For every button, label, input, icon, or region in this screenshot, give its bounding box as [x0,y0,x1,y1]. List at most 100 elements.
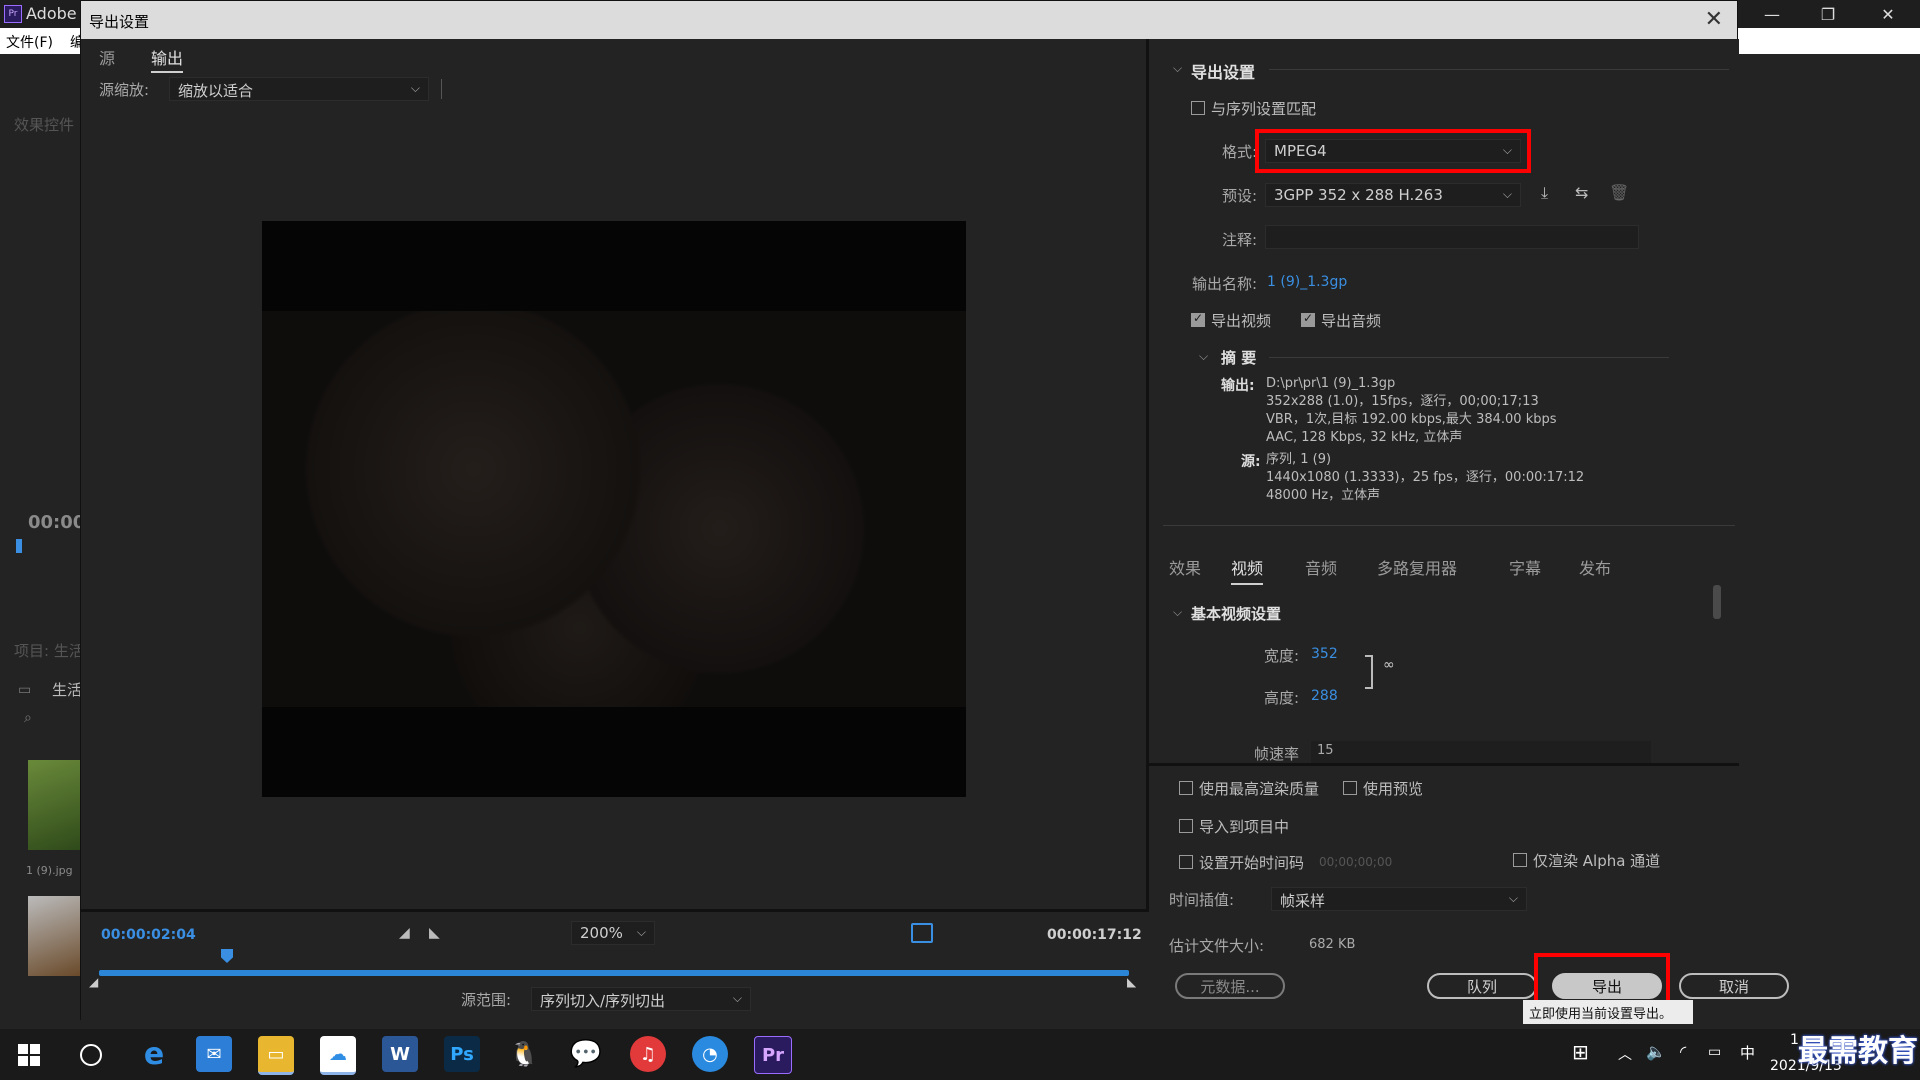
output-name-link[interactable]: 1 (9)_1.3gp [1267,274,1347,290]
tab-captions[interactable]: 字幕 [1509,555,1541,579]
chevron-up-icon[interactable]: ︿ [1618,1044,1632,1064]
scrub-bar[interactable] [99,970,1129,976]
watermark-logo: 最需教育 [1798,1034,1918,1069]
dialog-titlebar: 导出设置 ✕ [81,1,1737,39]
save-preset-icon[interactable]: ⤓ [1541,183,1548,203]
output-name-label: 输出名称: [1191,275,1257,293]
width-value[interactable]: 352 [1311,646,1338,662]
tab-multiplexer[interactable]: 多路复用器 [1377,555,1457,579]
set-in-point-icon[interactable]: ◢ [399,925,410,941]
chevron-down-icon[interactable]: ⌵ [1173,61,1182,76]
windows-start-icon[interactable] [18,1044,40,1066]
scrollbar-thumb[interactable] [1713,585,1721,619]
queue-button[interactable]: 队列 [1427,973,1537,999]
folder-icon: ▭ [18,682,32,698]
import-into-project-checkbox[interactable] [1179,819,1193,833]
time-interpolation-dropdown[interactable]: 帧采样 ⌵ [1271,887,1527,911]
dialog-close-icon[interactable]: ✕ [1705,7,1723,32]
delete-preset-icon[interactable]: 🗑 [1609,183,1629,202]
search-icon[interactable]: ⌕ [24,710,32,726]
wechat-icon[interactable]: 💬 [568,1036,604,1072]
render-alpha-checkbox[interactable] [1513,853,1527,867]
photoshop-icon[interactable]: Ps [444,1036,480,1072]
range-end-handle-icon[interactable]: ◣ [1127,975,1136,989]
source-scale-dropdown[interactable]: 缩放以适合 ⌵ [169,77,429,101]
framerate-dropdown[interactable]: 15 [1311,741,1651,763]
window-close-icon[interactable]: ✕ [1860,0,1916,28]
set-out-point-icon[interactable]: ◣ [429,925,440,941]
comments-input[interactable] [1265,225,1639,249]
export-video-checkbox[interactable] [1191,311,1205,327]
wifi-icon[interactable]: ◜ [1680,1042,1686,1061]
zoom-value: 200% [580,924,623,942]
import-preset-icon[interactable]: ⇆ [1575,183,1588,202]
export-audio-checkbox[interactable] [1301,311,1315,327]
menu-file[interactable]: 文件(F) [6,32,53,52]
grid-tray-icon[interactable]: ⊞ [1572,1040,1589,1064]
max-render-quality-checkbox[interactable] [1179,781,1193,795]
source-scale-value: 缩放以适合 [178,82,254,100]
link-icon[interactable]: ∞ [1383,657,1395,673]
premiere-icon[interactable]: Pr [754,1036,792,1074]
baidu-netdisk-icon[interactable]: ☁ [320,1036,356,1075]
preview-frame-image [262,311,966,707]
end-timecode: 00:00:17:12 [1047,927,1142,943]
chevron-down-icon: ⌵ [732,991,742,1005]
cortana-icon[interactable] [80,1044,102,1066]
chevron-down-icon: ⌵ [1508,891,1518,905]
volume-icon[interactable]: 🔈 [1646,1042,1666,1061]
outlook-icon[interactable]: ✉ [196,1036,232,1072]
zoom-dropdown[interactable]: 200% ⌵ [571,921,655,945]
height-label: 高度: [1263,689,1299,707]
export-settings-dialog: 导出设置 ✕ 源 输出 源缩放: 缩放以适合 ⌵ 00:00:02:04 ◢ ◣… [80,0,1789,1021]
use-previews-checkbox[interactable] [1343,781,1357,795]
current-timecode[interactable]: 00:00:02:04 [101,927,196,943]
estimated-size-value: 682 KB [1309,937,1356,952]
tab-audio[interactable]: 音频 [1305,555,1337,579]
chevron-down-icon: ⌵ [410,81,420,95]
tab-video[interactable]: 视频 [1231,555,1264,585]
tab-source[interactable]: 源 [99,45,115,69]
summary-source-label: 源: [1241,454,1261,470]
bg-playhead [16,539,22,553]
project-panel-title[interactable]: 项目: 生活 [14,640,84,661]
thumbnail-grass[interactable] [28,760,80,850]
edge-icon[interactable]: e [136,1036,172,1072]
set-start-timecode-label: 设置开始时间码 [1199,854,1305,872]
preset-dropdown[interactable]: 3GPP 352 x 288 H.263 ⌵ [1265,183,1521,207]
aspect-toggle-icon[interactable] [911,923,933,943]
set-start-timecode-checkbox[interactable] [1179,855,1193,869]
match-sequence-checkbox[interactable] [1191,101,1205,115]
bg-timecode: 00:00 [28,512,86,533]
netease-music-icon[interactable]: ♫ [630,1036,666,1072]
qq-browser-icon[interactable]: ◔ [692,1036,728,1072]
pane-divider [1149,763,1739,766]
export-video-label: 导出视频 [1211,312,1272,330]
metadata-button[interactable]: 元数据... [1175,973,1285,999]
source-range-dropdown[interactable]: 序列切入/序列切出 ⌵ [531,987,751,1011]
tab-effects[interactable]: 效果 [1169,555,1201,579]
thumbnail-clip[interactable] [28,896,80,976]
height-value[interactable]: 288 [1311,688,1338,704]
tab-publish[interactable]: 发布 [1579,555,1611,579]
cancel-button[interactable]: 取消 [1679,973,1789,999]
ime-indicator[interactable]: 中 [1740,1042,1755,1063]
battery-icon[interactable]: ▭ [1708,1044,1721,1060]
format-label: 格式: [1221,143,1257,161]
restore-icon[interactable]: ❐ [1800,0,1856,28]
folder-label[interactable]: 生活 [52,679,82,700]
range-start-handle-icon[interactable]: ◢ [89,975,98,989]
file-explorer-icon[interactable]: ▭ [258,1036,294,1075]
chevron-down-icon: ⌵ [636,925,646,939]
minimize-icon[interactable]: — [1744,0,1800,28]
start-timecode-value: 00;00;00;00 [1319,855,1393,869]
chevron-down-icon[interactable]: ⌵ [1199,349,1208,364]
word-icon[interactable]: W [382,1036,418,1072]
section-divider [1269,69,1729,70]
effects-panel-title[interactable]: 效果控件 [14,114,74,135]
qq-icon[interactable]: 🐧 [506,1036,542,1072]
estimated-size-label: 估计文件大小: [1169,937,1265,955]
thumbnail-caption: 1 (9).jpg [26,864,73,877]
chevron-down-icon[interactable]: ⌵ [1173,605,1182,620]
tab-output[interactable]: 输出 [151,45,184,73]
